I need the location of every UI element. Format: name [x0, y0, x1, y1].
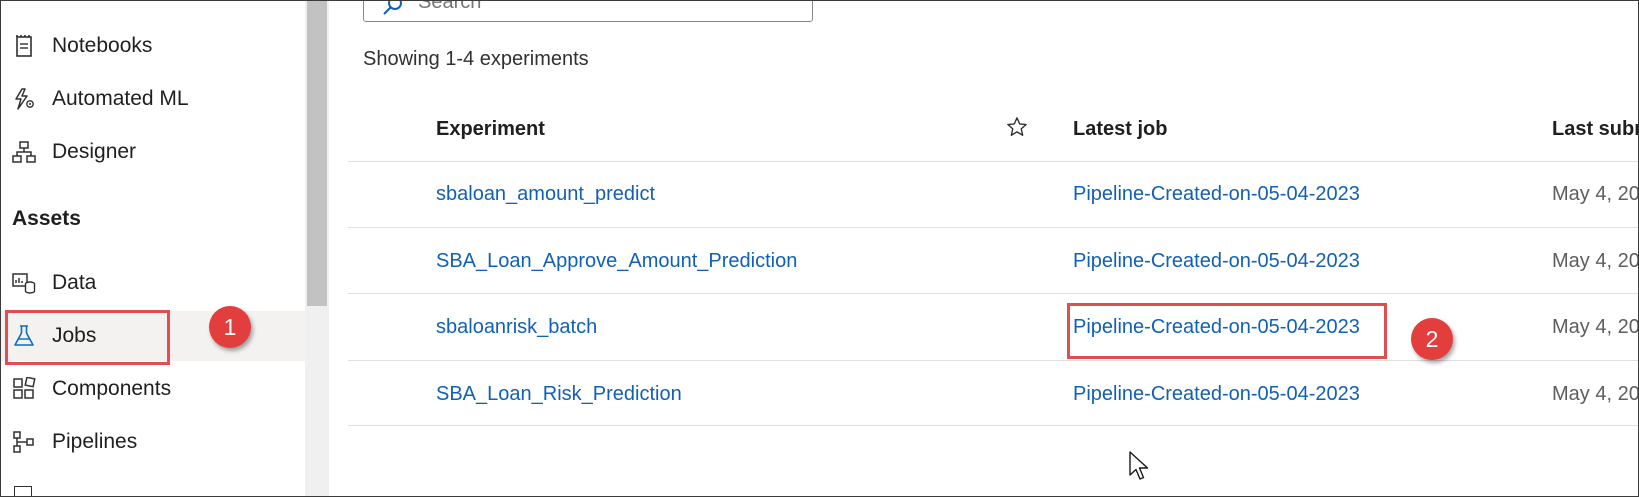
search-icon	[382, 0, 404, 22]
designer-icon	[12, 140, 36, 164]
sidebar-item-label: Notebooks	[52, 34, 153, 57]
search-input[interactable]	[418, 0, 798, 17]
sidebar-item-label: Components	[52, 377, 172, 400]
assets-section-title: Assets	[12, 207, 81, 230]
step-badge-2: 2	[1411, 318, 1453, 360]
sidebar-item-label: Data	[52, 271, 97, 294]
latest-job-link[interactable]: Pipeline-Created-on-05-04-2023	[1073, 383, 1360, 406]
sidebar-item-components[interactable]: Components	[0, 364, 305, 414]
latest-job-link[interactable]: Pipeline-Created-on-05-04-2023	[1073, 316, 1360, 339]
sidebar-item-data[interactable]: Data	[0, 258, 305, 308]
jobs-flask-icon	[12, 324, 36, 348]
sidebar-item-notebooks[interactable]: Notebooks	[0, 21, 305, 71]
sidebar-item-label: Jobs	[52, 324, 97, 347]
sidebar-item-label: Designer	[52, 140, 137, 163]
results-count-text: Showing 1-4 experiments	[363, 48, 589, 70]
column-header-latest-job[interactable]: Latest job	[1073, 118, 1167, 141]
column-header-experiment[interactable]: Experiment	[436, 118, 545, 141]
experiment-link[interactable]: SBA_Loan_Risk_Prediction	[436, 383, 682, 406]
favorite-star-icon[interactable]	[1006, 116, 1028, 143]
sidebar-item-automated-ml[interactable]: Automated ML	[0, 74, 305, 124]
last-submitted-date: May 4, 20	[1552, 250, 1639, 272]
left-nav-sidebar: Notebooks Automated ML Designer Assets D…	[0, 0, 305, 497]
experiment-link[interactable]: sbaloanrisk_batch	[436, 316, 597, 339]
sidebar-item-jobs[interactable]: Jobs	[0, 311, 305, 361]
latest-job-link[interactable]: Pipeline-Created-on-05-04-2023	[1073, 250, 1360, 273]
step-badge-1: 1	[209, 306, 251, 348]
last-submitted-date: May 4, 20	[1552, 183, 1639, 205]
partial-nav-icon	[14, 486, 32, 497]
sidebar-item-label: Pipelines	[52, 430, 138, 453]
experiment-link[interactable]: SBA_Loan_Approve_Amount_Prediction	[436, 250, 797, 273]
data-icon	[12, 271, 36, 295]
latest-job-link[interactable]: Pipeline-Created-on-05-04-2023	[1073, 183, 1360, 206]
mouse-pointer-icon	[1129, 451, 1151, 486]
sidebar-item-pipelines[interactable]: Pipelines	[0, 417, 305, 467]
last-submitted-date: May 4, 20	[1552, 316, 1639, 338]
automated-ml-icon	[12, 87, 36, 111]
column-header-last-submitted[interactable]: Last subm	[1552, 118, 1639, 141]
sidebar-scrollbar-thumb[interactable]	[307, 0, 327, 306]
last-submitted-date: May 4, 20	[1552, 383, 1639, 405]
sidebar-item-label: Automated ML	[52, 87, 189, 110]
sidebar-item-designer[interactable]: Designer	[0, 127, 305, 177]
pipelines-icon	[12, 430, 36, 454]
search-box[interactable]	[363, 0, 813, 22]
notebook-icon	[12, 34, 36, 58]
components-icon	[12, 377, 36, 401]
experiment-link[interactable]: sbaloan_amount_predict	[436, 183, 655, 206]
